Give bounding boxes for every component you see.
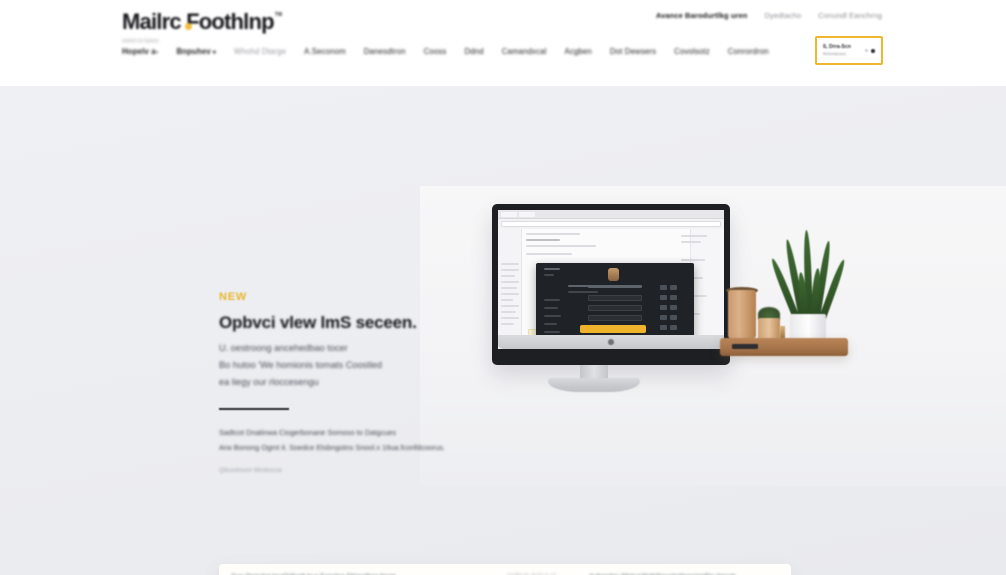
site-header: Avance Barodurtlkg uren Dyedtacho Conund…: [0, 0, 1006, 86]
highlighted-nav-control-label: IL Drra-Scn Rnnnnacneu: [823, 44, 851, 57]
keys-icon: [732, 344, 758, 349]
apple-logo-icon: [608, 339, 614, 345]
nav-item-12[interactable]: Conrordron: [728, 47, 769, 56]
hero-text-block: NEW Opbvci vlew lmS seceen. U. oestroong…: [219, 291, 449, 474]
hero-body-line: Bo hutoo 'We homionis tomats Coostled: [219, 359, 382, 370]
site-logo[interactable]: Mailrc Foothlnp TM: [122, 11, 282, 33]
nav-item-2[interactable]: Bnpuhev ▾: [176, 47, 216, 56]
highlight-sub-text: Rnnnnacneu: [823, 51, 846, 56]
nav-item-1-sublabel: omnet nu banos: [122, 37, 159, 43]
hero-section: NEW Opbvci vlew lmS seceen. U. oestroong…: [0, 86, 1006, 575]
screenshot-tab: [519, 211, 535, 217]
succulent-pot-icon: [758, 318, 780, 340]
screenshot-modal-dialog: [536, 263, 694, 346]
terracotta-cup-icon: [728, 290, 756, 340]
snake-plant-icon: [769, 229, 847, 320]
utility-link-1[interactable]: Avance Barodurtlkg uren: [656, 11, 748, 20]
nav-item-2-label: Bnpuhev: [176, 46, 211, 56]
screenshot-avatar: [608, 268, 619, 281]
product-photo: [420, 186, 1006, 486]
nav-item-9[interactable]: Acgben: [565, 47, 592, 56]
nav-item-4[interactable]: A.Seconom: [304, 47, 346, 56]
monitor-screen-content: [498, 210, 724, 349]
hero-eyebrow-badge: NEW: [219, 291, 248, 303]
hero-caption: Qikuntmont Wrobscoe: [219, 467, 283, 475]
nav-item-1-label: Hopelv a-: [122, 46, 159, 56]
screenshot-app-body: [498, 229, 724, 346]
hero-meta-text: Sadtcot Dnatinwa Ciogerbonane Somoso to …: [219, 425, 449, 455]
screenshot-url-bar: [501, 221, 721, 227]
hero-meta-line: Arw Bonong Ogmt it. Soedce Etsbngotns Sn…: [219, 443, 445, 453]
primary-navigation: omnet nu banos Hopelv a- Bnpuhev ▾ Whohd …: [122, 38, 884, 62]
nav-item-3[interactable]: Whohd Dtarge: [234, 47, 286, 56]
imac-monitor-image: [492, 204, 730, 365]
monitor-chin: [498, 335, 724, 349]
nav-item-1[interactable]: omnet nu banos Hopelv a-: [122, 38, 159, 56]
screenshot-tab: [501, 211, 517, 217]
nav-item-5[interactable]: Danesdtron: [364, 47, 406, 56]
hero-body-line: U. oestroong ancehedbao tocer: [219, 342, 348, 353]
hero-meta-line: Sadtcot Dnatinwa Ciogerbonane Somoso to …: [219, 428, 397, 438]
nav-item-8[interactable]: Camandxcal: [502, 47, 547, 56]
screenshot-right-sidebar: [690, 229, 724, 335]
logo-trademark: TM: [274, 12, 282, 18]
screenshot-modal-cta: [580, 325, 646, 333]
highlighted-nav-control[interactable]: IL Drra-Scn Rnnnnacneu: [815, 36, 883, 65]
utility-link-2[interactable]: Dyedtacho: [765, 11, 802, 20]
logo-text: Mailrc Foothlnp: [122, 9, 275, 34]
page-title: Opbvci vlew lmS seceen.: [219, 313, 417, 332]
divider: [219, 407, 289, 411]
nav-item-11[interactable]: Covolsotz: [674, 47, 710, 56]
nav-item-7[interactable]: Ddnd: [464, 47, 483, 56]
circle-filled-icon: [871, 48, 875, 53]
logo-dot-icon: [185, 23, 192, 30]
nav-item-6[interactable]: Cooss: [424, 47, 447, 56]
utility-link-3[interactable]: Conundl Eanchrng: [818, 11, 882, 20]
hero-body-text: U. oestroong ancehedbao tocer Bo hutoo '…: [219, 340, 449, 391]
cta-card: Gue Oerrutwi teurOdhodt Aua Eonotna Dhia…: [219, 564, 791, 575]
nav-item-10[interactable]: Dot Dewsers: [610, 47, 656, 56]
chevron-down-icon: ▾: [212, 49, 217, 56]
monitor-stand-base: [548, 378, 640, 392]
highlight-primary-text: IL Drra-Scn: [823, 43, 851, 50]
hero-body-line: ea liegy our rloccesengu: [219, 376, 319, 387]
highlight-control-icons: [865, 48, 875, 53]
circle-outline-icon: [865, 49, 868, 52]
screenshot-browser-toolbar: [498, 210, 724, 219]
utility-link-bar: Avance Barodurtlkg uren Dyedtacho Conund…: [656, 11, 882, 20]
